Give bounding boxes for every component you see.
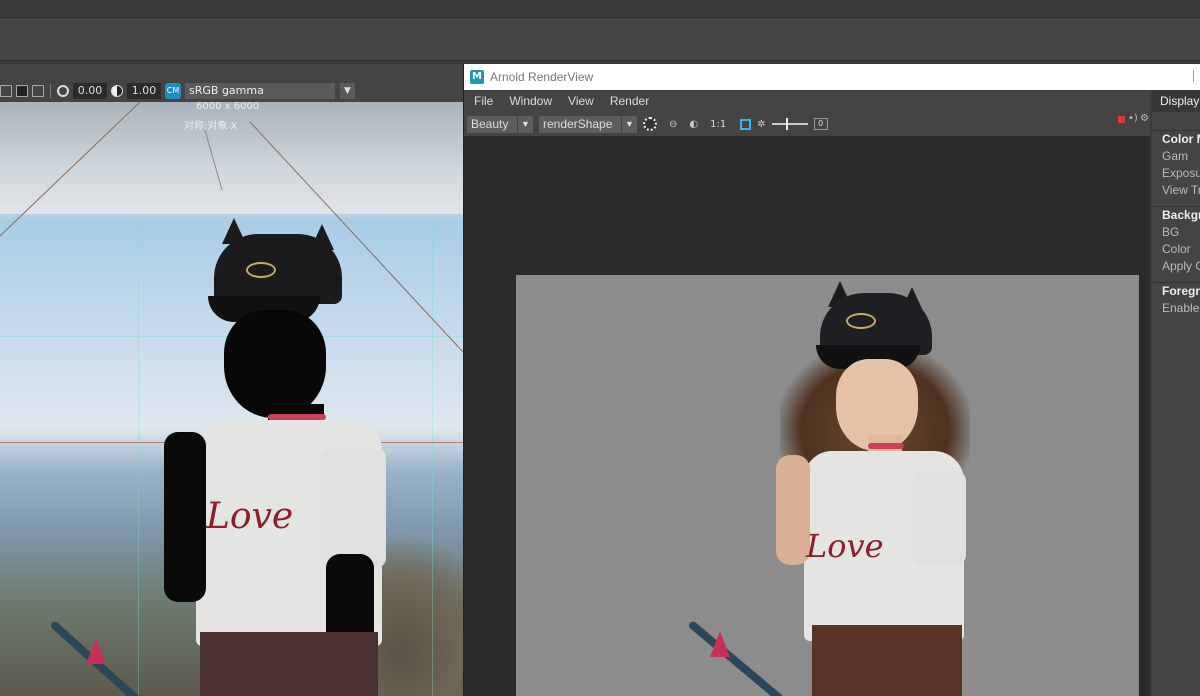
window-title: Arnold RenderView — [490, 70, 594, 84]
sound-icon[interactable]: •) — [1128, 113, 1138, 124]
foreground-section: Foregro Enable — [1152, 282, 1200, 317]
app-toolbar-band — [0, 18, 1200, 60]
bg-row[interactable]: BG — [1152, 224, 1200, 241]
maya-logo-icon: M — [470, 70, 484, 84]
ratio-button[interactable]: 1:1 — [710, 119, 726, 130]
exposure-slider[interactable] — [771, 118, 808, 130]
staff-ribbon — [710, 631, 730, 657]
menu-window[interactable]: Window — [509, 94, 552, 108]
stop-icon[interactable] — [1118, 116, 1125, 123]
color-management-icon[interactable]: CM — [165, 83, 181, 99]
color-row[interactable]: Color — [1152, 241, 1200, 258]
exposure-field[interactable]: 0.00 — [73, 83, 107, 99]
gamma-field[interactable]: 1.00 — [127, 83, 161, 99]
arnold-renderview-window: M Arnold RenderView File Window View Ren… — [463, 64, 1200, 696]
frame-icon[interactable] — [740, 118, 752, 130]
exposure-icon[interactable]: ✲ — [757, 119, 765, 130]
character-raised-arm — [164, 432, 206, 602]
color-management-section: Color M Gam Exposu View Tra — [1152, 130, 1200, 199]
exposure-slider-value[interactable]: 0 — [813, 118, 828, 130]
app-menu-strip — [0, 0, 1200, 18]
refresh-icon[interactable]: ◐ — [689, 119, 698, 130]
cat-cap — [214, 234, 342, 304]
renderview-toolbar: Beauty ▼ renderShape ▼ ⊖ ◐ 1:1 ✲ 0 — [464, 112, 1150, 136]
color-space-value: sRGB gamma — [189, 84, 264, 97]
chevron-down-icon[interactable]: ▼ — [339, 83, 355, 99]
shirt-sleeve — [320, 448, 386, 568]
character-head — [224, 310, 326, 418]
display-panel: Display Color M Gam Exposu View Tra Back… — [1152, 90, 1200, 696]
symmetry-label: 对称:对象 X — [184, 121, 238, 132]
window-controls[interactable] — [1193, 70, 1200, 82]
chevron-down-icon: ▼ — [517, 115, 533, 133]
apply-row[interactable]: Apply C — [1152, 258, 1200, 275]
toolbar-divider — [50, 84, 51, 98]
menu-file[interactable]: File — [474, 94, 493, 108]
exposure-icon[interactable] — [57, 85, 69, 97]
region-icon[interactable]: ⊖ — [669, 119, 677, 130]
background-section: Backgro BG Color Apply C — [1152, 206, 1200, 275]
sun-icon[interactable] — [643, 117, 657, 131]
view-transform-row[interactable]: View Tra — [1152, 182, 1200, 199]
viewport-toolbar: 0.00 1.00 CM sRGB gamma ▼ — [0, 80, 463, 102]
renderview-titlebar[interactable]: M Arnold RenderView — [464, 64, 1200, 90]
camera-dropdown[interactable]: renderShape ▼ — [539, 115, 637, 133]
renderview-menubar: File Window View Render — [464, 90, 1150, 112]
section-header[interactable]: Backgro — [1152, 207, 1200, 224]
staff-ribbon — [86, 638, 106, 664]
cap-emblem — [846, 313, 876, 329]
section-header[interactable]: Color M — [1152, 131, 1200, 148]
shirt-text: Love — [806, 527, 884, 565]
menu-render[interactable]: Render — [610, 94, 649, 108]
skirt-belt — [200, 632, 378, 696]
gamma-row[interactable]: Gam — [1152, 148, 1200, 165]
menu-view[interactable]: View — [568, 94, 594, 108]
character-raised-arm — [776, 455, 810, 565]
aov-dropdown[interactable]: Beauty ▼ — [467, 115, 533, 133]
skirt-belt — [812, 625, 962, 696]
shirt-sleeve — [912, 471, 966, 565]
viewport-panel[interactable]: 0.00 1.00 CM sRGB gamma ▼ 6000 x 6000 对称… — [0, 64, 463, 696]
bookmarks-icon[interactable] — [16, 85, 28, 97]
section-header[interactable]: Foregro — [1152, 283, 1200, 300]
camera-attributes-icon[interactable] — [0, 85, 12, 97]
shirt-text: Love — [206, 496, 294, 537]
cap-emblem — [246, 262, 276, 278]
tab-display[interactable]: Display — [1152, 90, 1200, 112]
gear-icon[interactable]: ⚙ — [1140, 113, 1149, 124]
camera-value: renderShape — [543, 116, 613, 131]
aov-value: Beauty — [471, 116, 509, 131]
chevron-down-icon: ▼ — [621, 115, 637, 133]
color-space-dropdown[interactable]: sRGB gamma — [185, 83, 335, 99]
rendered-image[interactable]: Love — [516, 275, 1139, 696]
enable-row[interactable]: Enable — [1152, 300, 1200, 317]
resolution-label: 6000 x 6000 — [196, 101, 260, 112]
exposure-row[interactable]: Exposu — [1152, 165, 1200, 182]
staff — [687, 619, 785, 696]
choker — [868, 443, 904, 449]
render-canvas[interactable]: Love — [464, 136, 1150, 696]
image-plane-icon[interactable] — [32, 85, 44, 97]
gamma-icon[interactable] — [111, 85, 123, 97]
